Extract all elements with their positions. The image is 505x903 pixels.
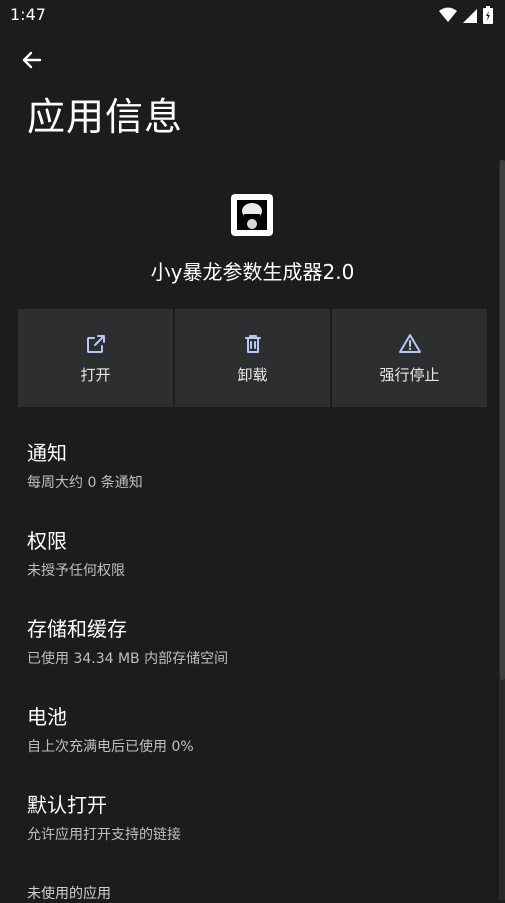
open-external-icon: [86, 334, 105, 353]
storage-subtitle: 已使用 34.34 MB 内部存储空间: [27, 651, 229, 667]
trash-icon: [244, 334, 261, 353]
battery-title: 电池: [27, 705, 67, 729]
open-button[interactable]: 打开: [18, 309, 173, 407]
notifications-title: 通知: [27, 441, 67, 465]
notifications-item[interactable]: 通知 每周大约 0 条通知: [27, 437, 487, 492]
permissions-subtitle: 未授予任何权限: [27, 563, 125, 579]
cell-signal-icon: [463, 9, 477, 23]
notifications-subtitle: 每周大约 0 条通知: [27, 475, 143, 491]
open-by-default-item[interactable]: 默认打开 允许应用打开支持的链接: [27, 789, 487, 844]
force-stop-button[interactable]: 强行停止: [332, 309, 487, 407]
uninstall-button-label: 卸载: [237, 365, 268, 384]
app-icon: [231, 194, 273, 236]
open-by-default-title: 默认打开: [27, 793, 107, 817]
page-title: 应用信息: [27, 95, 184, 139]
battery-item[interactable]: 电池 自上次充满电后已使用 0%: [27, 701, 487, 756]
unused-apps-section-header: 未使用的应用: [27, 886, 111, 902]
status-time: 1:47: [10, 5, 46, 24]
permissions-item[interactable]: 权限 未授予任何权限: [27, 525, 487, 580]
status-icons: [439, 6, 493, 24]
permissions-title: 权限: [27, 529, 67, 553]
app-avatar-icon: [237, 200, 267, 230]
wifi-icon: [439, 7, 457, 22]
uninstall-button[interactable]: 卸载: [175, 309, 330, 407]
scrollbar-thumb[interactable]: [500, 160, 505, 680]
status-bar: 1:47: [0, 0, 505, 30]
battery-subtitle: 自上次充满电后已使用 0%: [27, 739, 194, 755]
open-button-label: 打开: [80, 365, 111, 384]
storage-title: 存储和缓存: [27, 617, 127, 641]
open-by-default-subtitle: 允许应用打开支持的链接: [27, 827, 181, 843]
battery-icon: [483, 6, 493, 24]
action-buttons: 打开 卸载 强行停止: [18, 309, 487, 407]
force-stop-button-label: 强行停止: [379, 365, 440, 384]
back-arrow-icon[interactable]: [18, 46, 46, 74]
app-name: 小y暴龙参数生成器2.0: [150, 260, 355, 284]
warning-icon: [398, 333, 421, 353]
storage-item[interactable]: 存储和缓存 已使用 34.34 MB 内部存储空间: [27, 613, 487, 668]
